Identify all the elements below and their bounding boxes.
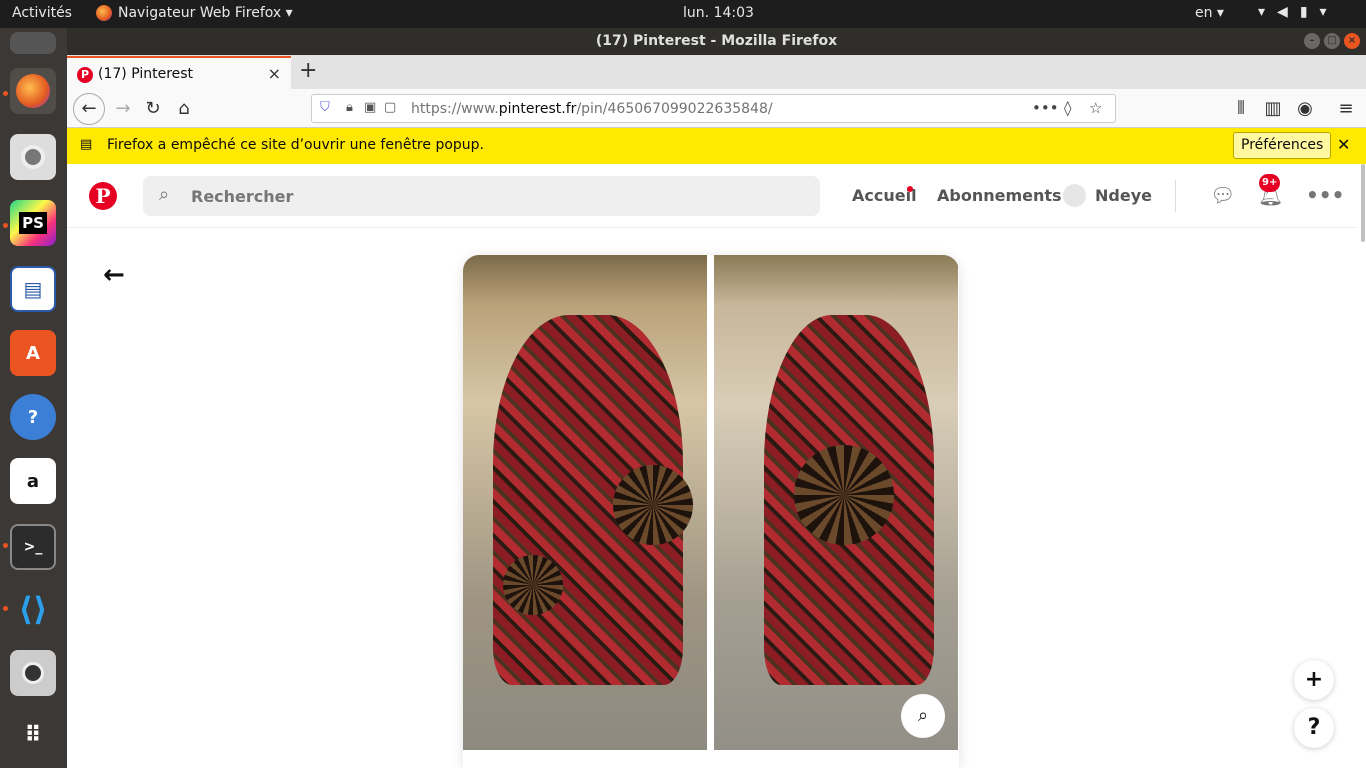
maximize-icon[interactable]: □ bbox=[1324, 33, 1340, 49]
running-indicator bbox=[3, 91, 8, 96]
dock-firefox-icon[interactable] bbox=[10, 68, 56, 114]
avatar[interactable] bbox=[1063, 184, 1086, 207]
pinterest-header: P ⌕ Rechercher Accueil Abonnements Ndeye… bbox=[67, 164, 1356, 228]
app-menu[interactable]: Navigateur Web Firefox ▾ bbox=[96, 5, 293, 21]
page-actions-icon[interactable]: ••• bbox=[1032, 99, 1059, 117]
dock-camera-icon[interactable] bbox=[10, 650, 56, 696]
pin-image-right[interactable] bbox=[714, 255, 958, 750]
preferences-button[interactable]: Préférences bbox=[1233, 132, 1332, 159]
print-motif bbox=[794, 445, 894, 545]
lock-icon[interactable]: 🔒︎ bbox=[346, 100, 353, 115]
search-placeholder: Rechercher bbox=[191, 187, 294, 206]
nav-following[interactable]: Abonnements bbox=[937, 186, 1062, 205]
dock-removable-drive-icon[interactable] bbox=[10, 32, 56, 54]
scrollbar-thumb[interactable] bbox=[1361, 164, 1365, 242]
pin-card[interactable]: ⌕ bbox=[463, 255, 959, 768]
tracking-shield-icon[interactable]: ⛉ bbox=[320, 100, 330, 115]
dock-software-icon[interactable]: A bbox=[10, 330, 56, 376]
popup-blocked-icon[interactable]: ▢ bbox=[384, 100, 396, 115]
dock-terminal-icon[interactable]: >_ bbox=[10, 524, 56, 570]
account-icon[interactable]: ◉ bbox=[1291, 95, 1319, 123]
popup-blocked-bar: ▤ Firefox a empêché ce site d’ouvrir une… bbox=[67, 128, 1366, 164]
window-title: (17) Pinterest - Mozilla Firefox bbox=[595, 33, 838, 49]
chevron-down-icon: ▾ bbox=[1319, 4, 1327, 20]
volume-icon: ◀ bbox=[1277, 4, 1288, 20]
launcher-dock: PS ▤ A ? a >_ ⟨⟩ ⠿ bbox=[0, 28, 67, 768]
page-scrollbar[interactable] bbox=[1356, 164, 1366, 768]
wifi-icon: ▾ bbox=[1258, 4, 1266, 20]
dock-phpstorm-icon[interactable]: PS bbox=[10, 200, 56, 246]
url-text[interactable]: https://www.pinterest.fr/pin/46506709902… bbox=[411, 101, 773, 117]
system-tray[interactable]: ▾ ◀ ▮ ▾ bbox=[1258, 4, 1327, 20]
library-icon[interactable]: ⫴ bbox=[1227, 95, 1255, 123]
pin-image-left[interactable] bbox=[463, 255, 707, 750]
bookmark-star-icon[interactable]: ☆ bbox=[1089, 99, 1102, 117]
add-button[interactable]: + bbox=[1294, 660, 1334, 700]
app-menu-label: Navigateur Web Firefox ▾ bbox=[118, 5, 293, 21]
new-tab-icon[interactable]: + bbox=[299, 58, 317, 83]
back-arrow-icon[interactable]: ← bbox=[103, 260, 125, 290]
system-top-bar: Activités Navigateur Web Firefox ▾ lun. … bbox=[0, 0, 1366, 28]
window-controls: – □ × bbox=[1304, 33, 1360, 49]
dock-amazon-icon[interactable]: a bbox=[10, 458, 56, 504]
dock-show-apps-icon[interactable]: ⠿ bbox=[10, 712, 56, 758]
sidebar-icon[interactable]: ▥ bbox=[1259, 95, 1287, 123]
home-new-dot bbox=[907, 186, 913, 192]
notification-close-icon[interactable]: ✕ bbox=[1337, 135, 1350, 154]
print-motif bbox=[503, 555, 563, 615]
tab-pinterest[interactable]: P (17) Pinterest × bbox=[67, 56, 291, 89]
notification-badge: 9+ bbox=[1259, 174, 1281, 192]
running-indicator bbox=[3, 543, 8, 548]
tab-label: (17) Pinterest bbox=[98, 66, 194, 82]
reload-icon[interactable]: ↻ bbox=[139, 95, 167, 123]
permissions-icon[interactable]: ▣ bbox=[364, 100, 376, 115]
hamburger-menu-icon[interactable]: ≡ bbox=[1332, 95, 1360, 123]
close-icon[interactable]: × bbox=[1344, 33, 1360, 49]
back-button[interactable]: ← bbox=[73, 93, 105, 125]
pinterest-logo[interactable]: P bbox=[89, 182, 117, 210]
clock[interactable]: lun. 14:03 bbox=[683, 5, 754, 21]
window-title-bar[interactable]: (17) Pinterest - Mozilla Firefox – □ × bbox=[67, 28, 1366, 55]
search-icon: ⌕ bbox=[159, 184, 170, 205]
help-button[interactable]: ? bbox=[1294, 708, 1334, 748]
dock-writer-icon[interactable]: ▤ bbox=[10, 266, 56, 312]
popup-icon: ▤ bbox=[80, 137, 93, 152]
running-indicator bbox=[3, 223, 8, 228]
firefox-icon bbox=[96, 5, 112, 21]
dock-vscode-icon[interactable]: ⟨⟩ bbox=[10, 586, 56, 632]
tab-close-icon[interactable]: × bbox=[268, 64, 281, 83]
messages-icon[interactable]: 💬︎ bbox=[1210, 183, 1235, 207]
more-options-icon[interactable]: ••• bbox=[1306, 183, 1344, 207]
language-indicator[interactable]: en ▾ bbox=[1195, 5, 1224, 21]
battery-icon: ▮ bbox=[1299, 4, 1308, 20]
nav-user[interactable]: Ndeye bbox=[1095, 186, 1152, 205]
activities-button[interactable]: Activités bbox=[12, 5, 72, 21]
pocket-icon[interactable]: ◊ bbox=[1064, 99, 1071, 117]
running-indicator bbox=[3, 606, 8, 611]
url-bar[interactable]: ⛉ 🔒︎ ▣ ▢ https://www.pinterest.fr/pin/46… bbox=[311, 94, 1116, 123]
popup-blocked-message: Firefox a empêché ce site d’ouvrir une f… bbox=[107, 137, 484, 153]
forward-button[interactable]: → bbox=[109, 95, 137, 123]
visual-search-lens-icon[interactable]: ⌕ bbox=[901, 694, 945, 738]
pinterest-favicon-icon: P bbox=[77, 67, 93, 83]
home-icon[interactable]: ⌂ bbox=[170, 95, 198, 123]
navigation-toolbar: ← → ↻ ⌂ ⛉ 🔒︎ ▣ ▢ https://www.pinterest.f… bbox=[67, 89, 1366, 128]
dock-help-icon[interactable]: ? bbox=[10, 394, 56, 440]
minimize-icon[interactable]: – bbox=[1304, 33, 1320, 49]
dock-rhythmbox-icon[interactable] bbox=[10, 134, 56, 180]
header-divider bbox=[1175, 180, 1176, 212]
print-motif bbox=[613, 465, 693, 545]
pinterest-page: P ⌕ Rechercher Accueil Abonnements Ndeye… bbox=[67, 164, 1366, 768]
tab-bar: P (17) Pinterest × + bbox=[67, 55, 1366, 89]
search-input[interactable]: ⌕ Rechercher bbox=[143, 176, 820, 216]
